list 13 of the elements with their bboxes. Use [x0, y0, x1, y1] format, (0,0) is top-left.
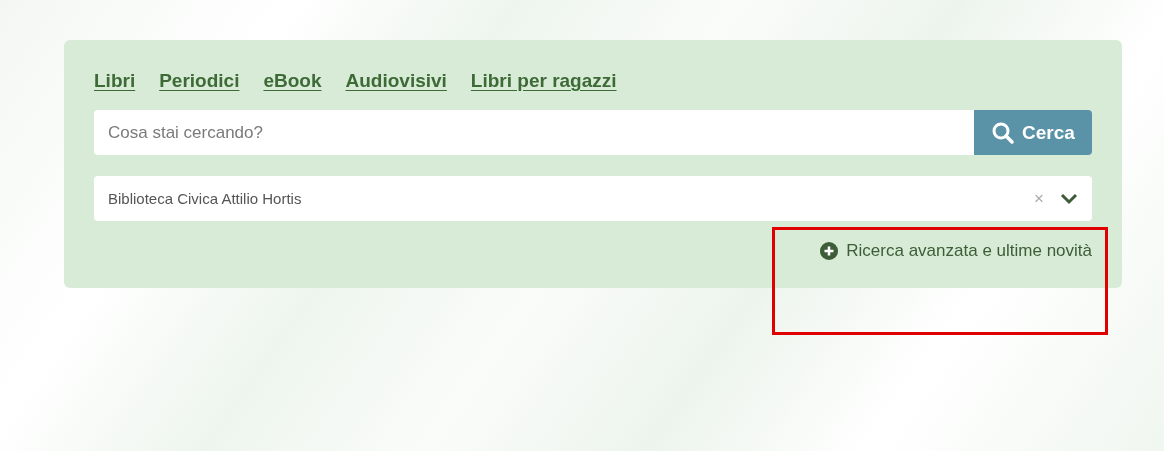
plus-circle-icon — [820, 242, 839, 260]
category-link[interactable]: eBook — [263, 70, 322, 92]
search-field[interactable]: Cosa stai cercando? — [94, 110, 974, 155]
category-link[interactable]: Libri — [94, 70, 136, 92]
search-button[interactable]: Cerca — [974, 110, 1092, 155]
chevron-down-icon[interactable] — [1060, 192, 1078, 205]
category-link[interactable]: Libri per ragazzi — [470, 70, 617, 92]
advanced-search-link[interactable]: Ricerca avanzata e ultime novità — [820, 241, 1092, 261]
library-select[interactable]: Biblioteca Civica Attilio Hortis × — [94, 176, 1092, 221]
selected-library: Biblioteca Civica Attilio Hortis — [108, 190, 303, 207]
category-link[interactable]: Periodici — [159, 70, 240, 92]
category-link[interactable]: Audiovisivi — [345, 70, 447, 92]
search-icon — [991, 120, 1016, 145]
